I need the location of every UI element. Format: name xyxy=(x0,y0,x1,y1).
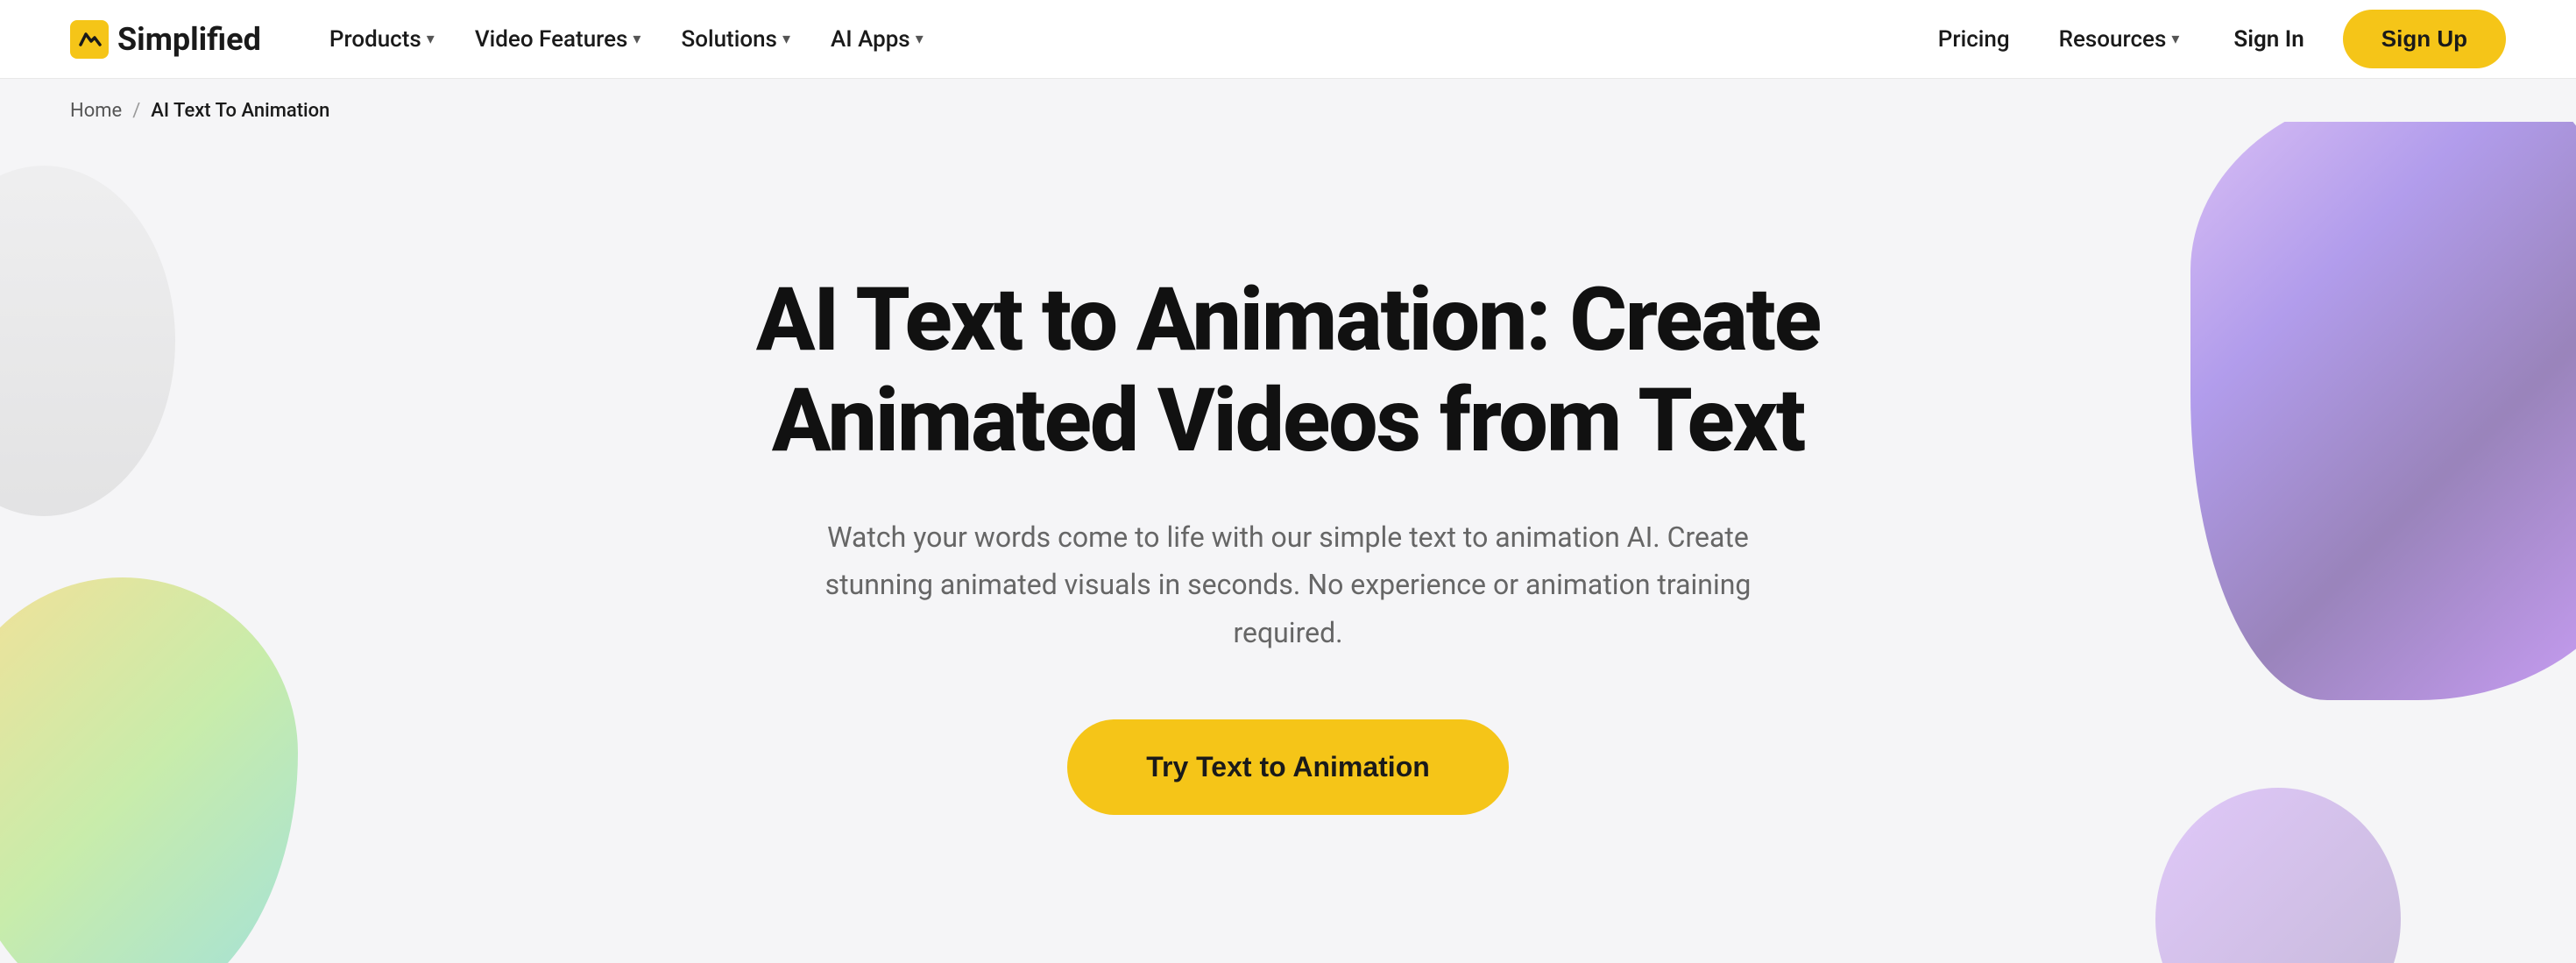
nav-item-video-features[interactable]: Video Features ▾ xyxy=(459,18,657,61)
hero-section: AI Text to Animation: Create Animated Vi… xyxy=(0,122,2576,963)
ai-apps-chevron-icon: ▾ xyxy=(916,30,924,48)
nav-resources-link[interactable]: Resources ▾ xyxy=(2043,18,2196,61)
nav-item-solutions[interactable]: Solutions ▾ xyxy=(665,18,806,61)
breadcrumb-home-link[interactable]: Home xyxy=(70,100,122,122)
blob-right-top-decoration xyxy=(2190,122,2576,700)
cta-try-button[interactable]: Try Text to Animation xyxy=(1067,719,1509,815)
nav-right: Pricing Resources ▾ Sign In Sign Up xyxy=(1922,10,2506,68)
hero-subtitle: Watch your words come to life with our s… xyxy=(806,513,1770,656)
breadcrumb-separator: / xyxy=(132,100,140,122)
blob-left-bottom-decoration xyxy=(0,577,298,963)
nav-item-ai-apps[interactable]: AI Apps ▾ xyxy=(815,18,939,61)
breadcrumb-current-page: AI Text To Animation xyxy=(151,100,329,122)
main-nav: Simplified Products ▾ Video Features ▾ S… xyxy=(0,0,2576,79)
resources-chevron-icon: ▾ xyxy=(2171,30,2179,48)
blob-right-bottom-decoration xyxy=(2155,788,2401,963)
hero-title: AI Text to Animation: Create Animated Vi… xyxy=(587,270,1989,471)
sign-in-button[interactable]: Sign In xyxy=(2212,18,2325,61)
solutions-chevron-icon: ▾ xyxy=(782,30,790,48)
blob-left-mid-decoration xyxy=(0,166,175,516)
logo-text: Simplified xyxy=(117,21,261,58)
video-features-chevron-icon: ▾ xyxy=(633,30,640,48)
logo-link[interactable]: Simplified xyxy=(70,20,261,59)
sign-up-button[interactable]: Sign Up xyxy=(2343,10,2506,68)
nav-links: Products ▾ Video Features ▾ Solutions ▾ … xyxy=(314,18,1922,61)
simplified-logo-icon xyxy=(70,20,109,59)
breadcrumb: Home / AI Text To Animation xyxy=(0,79,2576,122)
nav-item-products[interactable]: Products ▾ xyxy=(314,18,450,61)
hero-content: AI Text to Animation: Create Animated Vi… xyxy=(587,270,1989,815)
products-chevron-icon: ▾ xyxy=(427,30,435,48)
nav-pricing-link[interactable]: Pricing xyxy=(1922,18,2026,61)
